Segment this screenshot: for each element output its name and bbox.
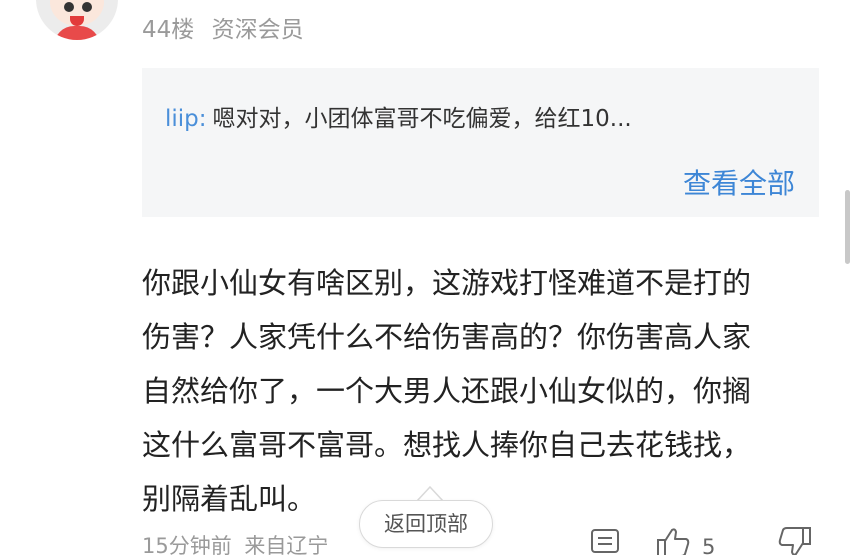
like-button[interactable]: 5	[656, 526, 715, 555]
comment-page: 44楼 资深会员 liip: 嗯对对，小团体富哥不吃偏爱，给红10... 查看全部…	[0, 0, 856, 555]
like-count: 5	[702, 535, 716, 555]
quoted-reply-text: 嗯对对，小团体富哥不吃偏爱，给红10...	[212, 106, 632, 132]
comment-header-meta: 44楼 资深会员	[142, 10, 304, 44]
avatar-right-eye	[82, 2, 92, 12]
avatar-left-eye	[64, 2, 74, 12]
comment-time: 15分钟前	[142, 534, 232, 555]
dislike-button[interactable]	[776, 526, 812, 555]
view-all-link[interactable]: 查看全部	[683, 162, 795, 202]
comment-body: 你跟小仙女有啥区别，这游戏打怪难道不是打的 伤害？人家凭什么不给伤害高的？你伤害…	[142, 256, 832, 526]
thumbs-up-icon	[657, 528, 690, 555]
scrollbar-thumb[interactable]	[845, 190, 850, 264]
quoted-reply-line: liip: 嗯对对，小团体富哥不吃偏爱，给红10...	[165, 99, 632, 133]
comment-button[interactable]	[590, 526, 620, 555]
comment-location: 来自辽宁	[244, 534, 329, 555]
comment-body-line: 你跟小仙女有啥区别，这游戏打怪难道不是打的	[142, 266, 752, 300]
thumbs-down-icon	[778, 527, 811, 555]
avatar-collar	[54, 26, 100, 40]
quoted-reply-user[interactable]: liip	[165, 106, 199, 132]
quoted-reply-box[interactable]: liip: 嗯对对，小团体富哥不吃偏爱，给红10... 查看全部	[142, 68, 819, 217]
comment-footer-meta: 15分钟前 来自辽宁	[142, 530, 328, 555]
floor-number: 44楼	[142, 17, 195, 43]
comment-icon	[591, 529, 619, 553]
member-level: 资深会员	[211, 17, 304, 43]
comment-body-line: 自然给你了，一个大男人还跟小仙女似的，你搁	[142, 374, 752, 408]
comment-body-line: 伤害？人家凭什么不给伤害高的？你伤害高人家	[142, 320, 752, 354]
comment-body-line: 这什么富哥不富哥。想找人捧你自己去花钱找，	[142, 428, 752, 462]
user-avatar[interactable]	[36, 0, 118, 40]
back-to-top-button[interactable]: 返回顶部	[359, 500, 493, 548]
quoted-reply-separator: :	[198, 106, 207, 132]
